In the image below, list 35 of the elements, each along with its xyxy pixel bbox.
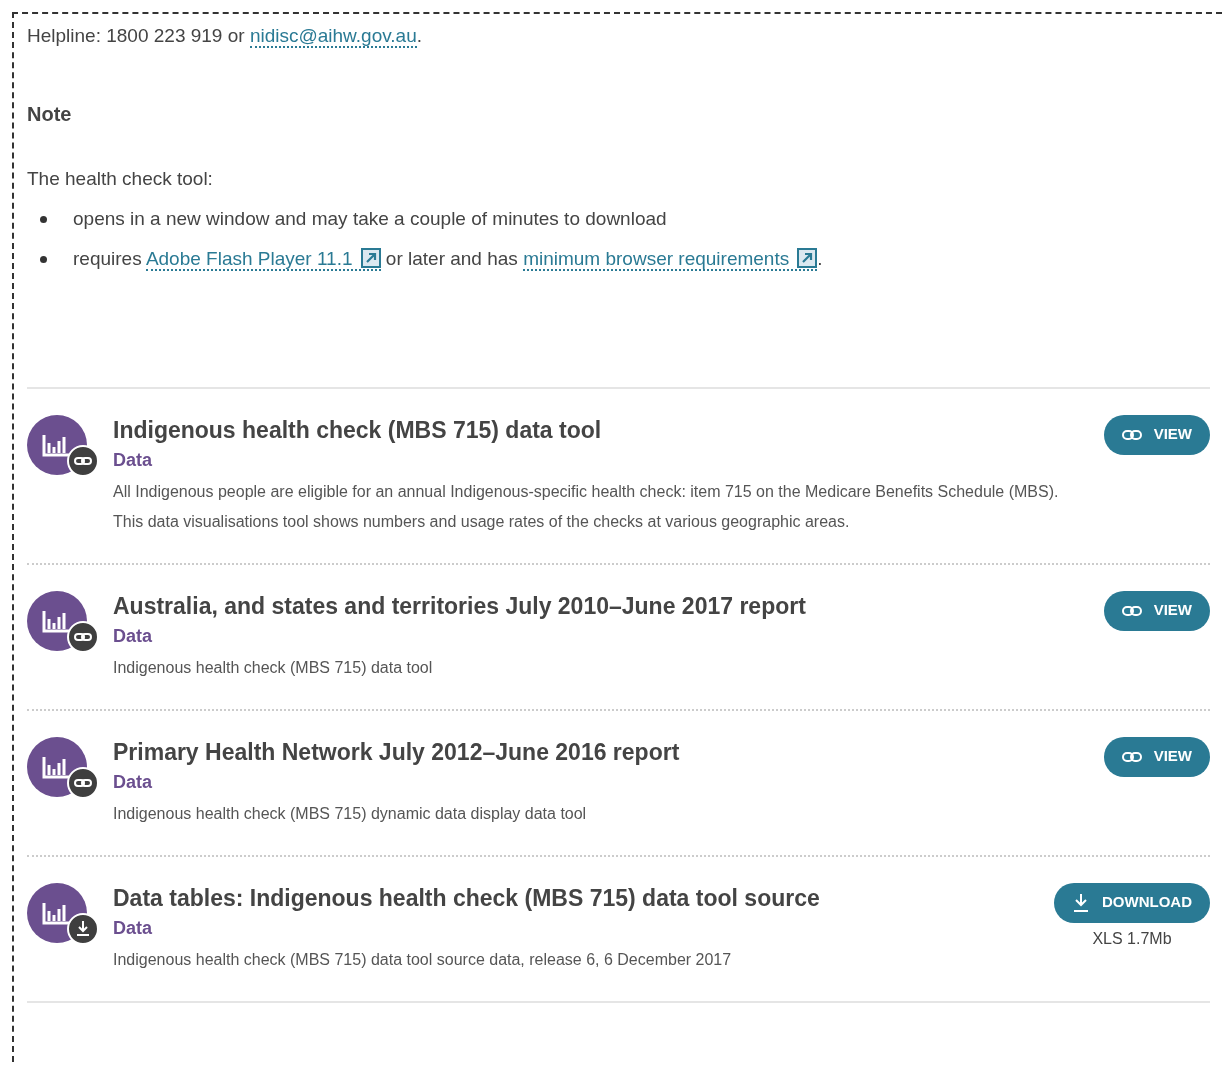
view-button[interactable]: VIEW [1103, 736, 1210, 777]
link-icon [67, 766, 99, 799]
download-icon [1072, 892, 1090, 913]
item-title[interactable]: Australia, and states and territories July 2010–June 2017 report [113, 590, 1084, 621]
file-info: XLS 1.7Mb [1092, 928, 1172, 949]
note-heading: Note [27, 102, 73, 127]
view-button[interactable]: VIEW [1103, 414, 1210, 455]
intro-text: The health check tool: [27, 167, 213, 191]
download-icon [67, 912, 99, 945]
category-label: Data [113, 770, 153, 794]
email-link[interactable]: nidisc@aihw.gov.au [249, 25, 417, 48]
link-icon [67, 620, 99, 653]
helpline-text: Helpline: 1800 223 919 or nidisc@aihw.gov.au. [27, 24, 422, 48]
item-description: Indigenous health check (MBS 715) data tool source data, release 6, 6 December 2017 [113, 949, 733, 970]
external-link[interactable]: Adobe Flash Player 11.1 [145, 248, 381, 272]
category-label: Data [113, 448, 153, 472]
link-icon [67, 444, 99, 477]
external-link-icon [360, 248, 381, 269]
item-title[interactable]: Primary Health Network July 2012–June 2016 report [113, 736, 1084, 767]
download-button[interactable]: DOWNLOAD [1054, 882, 1210, 923]
external-link[interactable]: minimum browser requirements [523, 248, 818, 272]
item-description: Indigenous health check (MBS 715) data tool [113, 657, 434, 678]
link-icon [1121, 429, 1142, 440]
bullet-text: opens in a new window and may take a couple of minutes to download [73, 207, 667, 232]
category-label: Data [113, 916, 153, 940]
category-label: Data [113, 624, 153, 648]
external-link-icon [797, 248, 818, 269]
link-icon [1121, 751, 1142, 762]
item-title[interactable]: Indigenous health check (MBS 715) data tool [113, 414, 1084, 445]
item-title[interactable]: Data tables: Indigenous health check (MBS 715) data tool source [113, 882, 1034, 913]
view-button[interactable]: VIEW [1103, 590, 1210, 631]
item-description: All Indigenous people are eligible for an annual Indigenous-specific health check: item 715 on the Medicare Benefits Schedule (MBS). This data visualisations tool shows numbers and usage rates of the checks at various geographic areas. [113, 481, 1060, 532]
link-icon [1121, 605, 1142, 616]
item-description: Indigenous health check (MBS 715) dynamic data display data tool [113, 803, 588, 824]
bullet-text: requires Adobe Flash Player 11.1 or later and has minimum browser requirements . [73, 247, 823, 274]
